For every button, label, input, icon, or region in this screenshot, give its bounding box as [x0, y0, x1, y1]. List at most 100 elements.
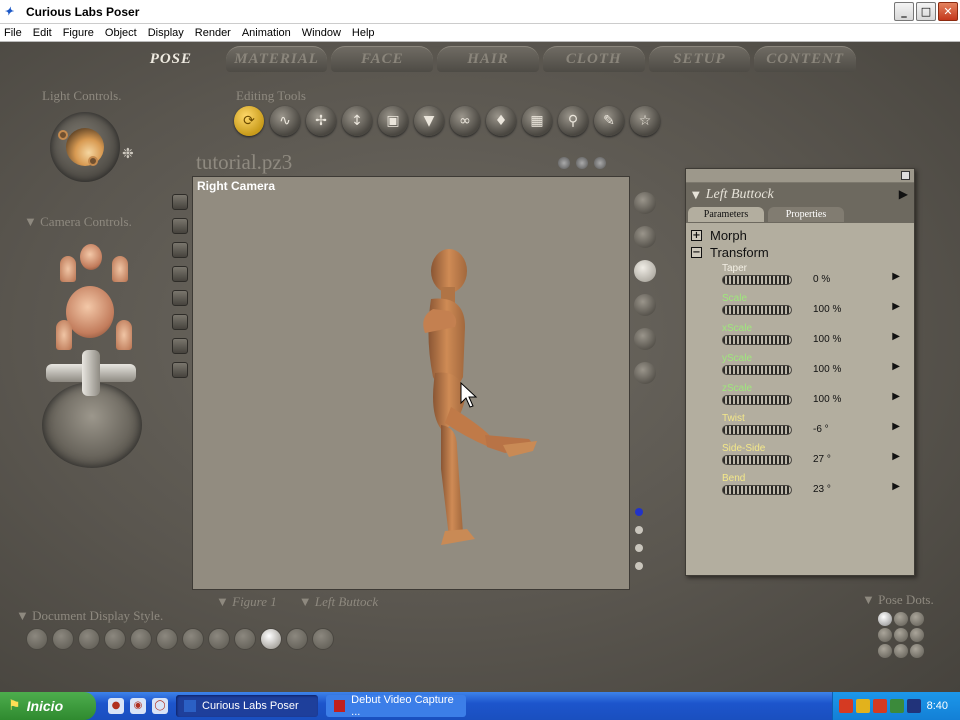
translate-tool-icon[interactable]: ✢	[306, 106, 336, 136]
parameter-dial[interactable]	[722, 425, 792, 435]
menu-animation[interactable]: Animation	[242, 27, 291, 39]
left-hand-camera-icon[interactable]	[60, 256, 76, 282]
parameter-dial[interactable]	[722, 305, 792, 315]
doc-control-dot[interactable]	[594, 157, 606, 169]
menu-object[interactable]: Object	[105, 27, 137, 39]
menu-help[interactable]: Help	[352, 27, 375, 39]
silhouette-style-button[interactable]	[26, 628, 48, 650]
parameter-value[interactable]: 100 %	[813, 304, 841, 315]
camera-orbit-button[interactable]	[634, 226, 656, 248]
parameter-menu-arrow-icon[interactable]: ▶	[892, 481, 900, 492]
parameter-menu-arrow-icon[interactable]: ▶	[892, 301, 900, 312]
panel-actor-header[interactable]: ▼ Left Buttock ▶	[686, 183, 914, 207]
menu-window[interactable]: Window	[302, 27, 341, 39]
parameter-value[interactable]: 27 °	[813, 454, 831, 465]
minimize-button[interactable]: _	[894, 2, 914, 21]
grouping-tool-icon[interactable]: ▦	[522, 106, 552, 136]
side-button[interactable]	[172, 218, 188, 234]
doc-control-dot[interactable]	[558, 157, 570, 169]
parameter-menu-arrow-icon[interactable]: ▶	[892, 391, 900, 402]
tray-icon[interactable]	[839, 699, 853, 713]
flat-shaded-style-button[interactable]	[156, 628, 178, 650]
flat-lined-style-button[interactable]	[182, 628, 204, 650]
light-controls-dial[interactable]	[50, 112, 120, 182]
parameter-row[interactable]: Taper 0 % ▶	[686, 261, 914, 291]
parameter-row[interactable]: Scale 100 % ▶	[686, 291, 914, 321]
parameter-row[interactable]: xScale 100 % ▶	[686, 321, 914, 351]
parameter-menu-arrow-icon[interactable]: ▶	[892, 361, 900, 372]
menu-edit[interactable]: Edit	[33, 27, 52, 39]
tray-icon[interactable]	[873, 699, 887, 713]
tray-icon[interactable]	[890, 699, 904, 713]
parameter-value[interactable]: 0 %	[813, 274, 830, 285]
rotate-tool-icon[interactable]: ⟳	[234, 106, 264, 136]
taskbar-button-poser[interactable]: Curious Labs Poser	[176, 695, 318, 717]
side-button[interactable]	[172, 362, 188, 378]
parameter-row[interactable]: zScale 100 % ▶	[686, 381, 914, 411]
menu-figure[interactable]: Figure	[63, 27, 94, 39]
quicklaunch-icon[interactable]: ◯	[152, 698, 168, 714]
dot-button[interactable]	[635, 562, 643, 570]
light-handle[interactable]	[58, 130, 68, 140]
pose-dot[interactable]	[910, 628, 924, 642]
taskbar-button-debut[interactable]: Debut Video Capture ...	[326, 694, 466, 718]
translate-in-out-icon[interactable]: ↕	[342, 106, 372, 136]
main-camera-head-icon[interactable]	[66, 286, 114, 338]
pose-dot[interactable]	[894, 628, 908, 642]
pose-dot[interactable]	[910, 612, 924, 626]
start-button[interactable]: ⚑ Inicio	[0, 692, 96, 720]
panel-menu-arrow-icon[interactable]: ▶	[899, 187, 908, 201]
maximize-button[interactable]: □	[916, 2, 936, 21]
right-hand-camera-icon[interactable]	[112, 256, 128, 282]
wireframe-style-button[interactable]	[78, 628, 100, 650]
section-transform[interactable]: − Transform	[686, 244, 914, 261]
cartoon-lined-style-button[interactable]	[234, 628, 256, 650]
move-y-icon[interactable]	[82, 350, 100, 396]
parameter-row[interactable]: Twist -6 ° ▶	[686, 411, 914, 441]
parameter-value[interactable]: 100 %	[813, 364, 841, 375]
parameter-value[interactable]: -6 °	[813, 424, 829, 435]
parameter-dial[interactable]	[722, 335, 792, 345]
dot-button[interactable]	[635, 508, 643, 516]
smooth-shaded-style-button[interactable]	[260, 628, 282, 650]
parameter-dial[interactable]	[722, 275, 792, 285]
tab-parameters[interactable]: Parameters	[688, 207, 764, 222]
tab-hair[interactable]: HAIR	[437, 46, 539, 72]
tab-material[interactable]: MATERIAL	[225, 46, 328, 72]
color-tool-icon[interactable]: ♦	[486, 106, 516, 136]
lit-wireframe-style-button[interactable]	[130, 628, 152, 650]
menu-display[interactable]: Display	[148, 27, 184, 39]
parameter-dial[interactable]	[722, 395, 792, 405]
menu-render[interactable]: Render	[195, 27, 231, 39]
camera-orbit-button[interactable]	[634, 294, 656, 316]
smooth-lined-style-button[interactable]	[286, 628, 308, 650]
side-button[interactable]	[172, 314, 188, 330]
pose-dot[interactable]	[878, 628, 892, 642]
tab-face[interactable]: FACE	[331, 46, 434, 72]
parameter-menu-arrow-icon[interactable]: ▶	[892, 331, 900, 342]
pose-dot[interactable]	[910, 644, 924, 658]
tab-content[interactable]: CONTENT	[754, 46, 857, 72]
collapse-icon[interactable]: −	[691, 247, 702, 258]
right-hand-icon[interactable]	[116, 320, 132, 350]
figure-menu[interactable]: ▼ Figure 1	[216, 594, 277, 610]
tab-properties[interactable]: Properties	[768, 207, 844, 222]
parameter-dial[interactable]	[722, 365, 792, 375]
pose-dot[interactable]	[894, 612, 908, 626]
parameter-dial[interactable]	[722, 485, 792, 495]
body-part-menu[interactable]: ▼ Left Buttock	[299, 594, 378, 610]
dot-button[interactable]	[635, 526, 643, 534]
side-button[interactable]	[172, 242, 188, 258]
parameter-row[interactable]: yScale 100 % ▶	[686, 351, 914, 381]
close-button[interactable]: ✕	[938, 2, 958, 21]
panel-close-button[interactable]	[901, 171, 910, 180]
camera-orbit-button[interactable]	[634, 362, 656, 384]
dot-button[interactable]	[635, 544, 643, 552]
left-hand-icon[interactable]	[56, 320, 72, 350]
camera-orbit-button[interactable]	[634, 260, 656, 282]
twist-tool-icon[interactable]: ∿	[270, 106, 300, 136]
camera-orbit-button[interactable]	[634, 328, 656, 350]
side-button[interactable]	[172, 290, 188, 306]
side-button[interactable]	[172, 194, 188, 210]
pose-dot[interactable]	[878, 644, 892, 658]
